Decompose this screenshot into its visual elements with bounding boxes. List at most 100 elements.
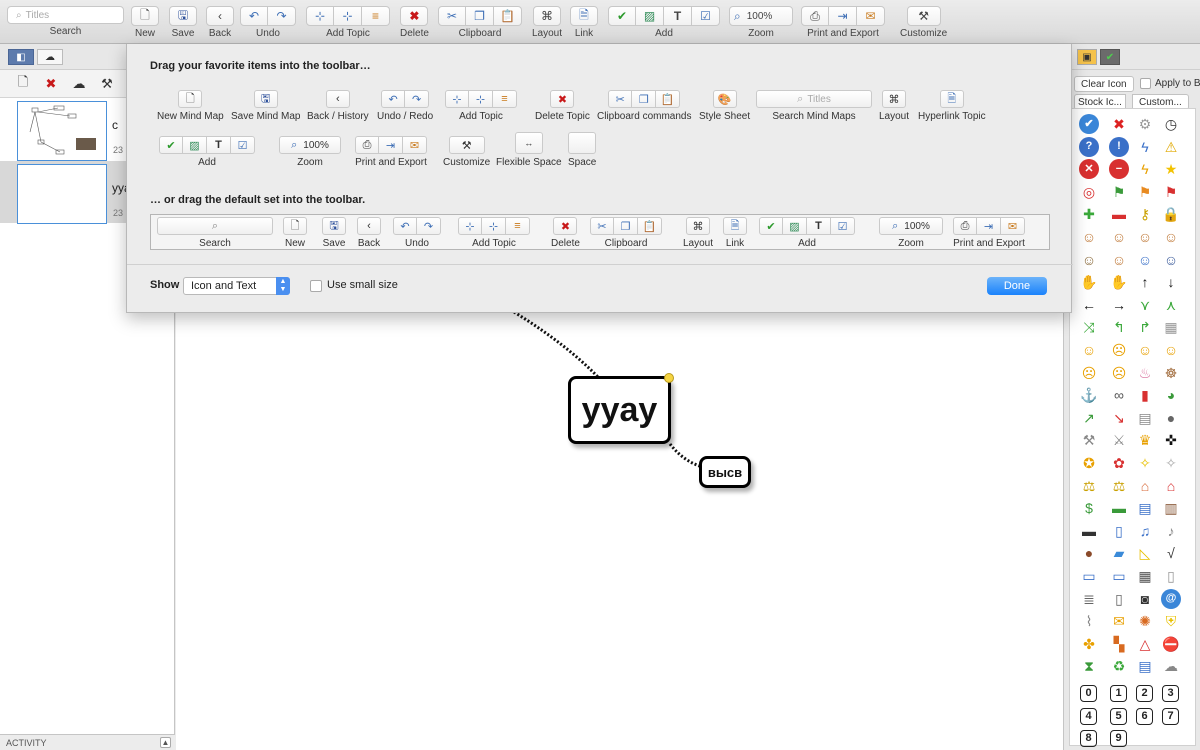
square-root-icon[interactable]: √ bbox=[1161, 543, 1181, 563]
padlock-icon[interactable]: 🔒 bbox=[1161, 204, 1181, 224]
shuffle-icon[interactable]: ⤨ bbox=[1079, 317, 1099, 337]
no-entry-icon[interactable]: ⛔ bbox=[1161, 634, 1181, 654]
link-button[interactable]: 🗎 bbox=[570, 6, 598, 26]
roadblock-icon[interactable]: ▚ bbox=[1109, 634, 1129, 654]
pie-chart-icon[interactable]: ◕ bbox=[1161, 385, 1181, 405]
small-size-checkbox[interactable] bbox=[310, 280, 322, 292]
sleepy-face-icon[interactable]: ☹ bbox=[1079, 363, 1099, 383]
database-icon[interactable]: ≣ bbox=[1079, 589, 1099, 609]
central-topic[interactable]: yyay bbox=[568, 373, 674, 444]
scales-justice-icon[interactable]: ⚖ bbox=[1109, 476, 1129, 496]
number-7-icon[interactable]: 7 bbox=[1162, 707, 1179, 725]
undo-button[interactable]: ↶ bbox=[240, 6, 268, 26]
palette-hyperlink-topic[interactable]: 🗎 Hyperlink Topic bbox=[918, 90, 986, 122]
arrow-left-circle-icon[interactable]: ← bbox=[1079, 295, 1099, 315]
crown-icon[interactable]: ♛ bbox=[1135, 430, 1155, 450]
number-1-icon[interactable]: 1 bbox=[1110, 685, 1127, 702]
laptop-icon[interactable]: ▭ bbox=[1109, 566, 1129, 586]
cut-palette-button[interactable]: ✂ bbox=[608, 90, 633, 108]
add-callout-palette-button[interactable]: ≡ bbox=[493, 90, 517, 108]
exclamation-icon[interactable]: ! bbox=[1109, 136, 1129, 157]
cloud-icon[interactable]: ☁ bbox=[1161, 656, 1181, 676]
green-flag-icon[interactable]: ⚑ bbox=[1109, 182, 1129, 202]
export-palette-button[interactable]: ⇥ bbox=[379, 136, 403, 154]
turn-right-icon[interactable]: ↱ bbox=[1135, 317, 1155, 337]
palette-customize[interactable]: ⚒ Customize bbox=[443, 136, 490, 168]
resize-handle[interactable] bbox=[664, 373, 674, 383]
subtopic[interactable]: высв bbox=[699, 456, 751, 488]
add-subtopic-button[interactable]: ⊹ bbox=[306, 6, 334, 26]
customize-palette-button[interactable]: ⚒ bbox=[448, 136, 485, 154]
shield-icon[interactable]: ⛨ bbox=[1161, 611, 1181, 631]
stop-x-icon[interactable]: ✕ bbox=[1079, 159, 1099, 180]
plus-icon[interactable]: ✚ bbox=[1079, 204, 1099, 224]
scales-icon[interactable]: ⚖ bbox=[1079, 476, 1099, 496]
football-icon[interactable]: ● bbox=[1079, 543, 1099, 563]
palette-search-mind-maps[interactable]: ⌕ Titles Search Mind Maps bbox=[756, 90, 872, 122]
local-documents-tab[interactable]: ◧ bbox=[8, 49, 34, 65]
dollar-icon[interactable]: $ bbox=[1079, 498, 1099, 518]
redo-palette-button[interactable]: ↷ bbox=[405, 90, 430, 108]
handheld-icon[interactable]: ▯ bbox=[1109, 589, 1129, 609]
toolbar-search-field[interactable]: ⌕ Titles bbox=[7, 6, 124, 24]
bar-chart-icon[interactable]: ▮ bbox=[1135, 385, 1155, 405]
brick-wall-icon[interactable]: ▦ bbox=[1161, 317, 1181, 337]
palette-delete-topic[interactable]: ✖ Delete Topic bbox=[535, 90, 590, 122]
new-document-palette-button[interactable]: 🗋 bbox=[178, 90, 203, 108]
bowling-ball-icon[interactable]: ● bbox=[1161, 408, 1181, 428]
worker-icon[interactable]: ☺ bbox=[1135, 250, 1155, 270]
lightning-diamond-icon[interactable]: ϟ bbox=[1135, 137, 1155, 157]
redo-button[interactable]: ↷ bbox=[268, 6, 296, 26]
speaker-icon[interactable]: ♪ bbox=[1161, 521, 1181, 541]
turn-left-icon[interactable]: ↰ bbox=[1109, 317, 1129, 337]
number-9-icon[interactable]: 9 bbox=[1110, 730, 1127, 748]
flexible-space-palette-item[interactable]: ↔ bbox=[514, 132, 543, 154]
email-at-icon[interactable]: @ bbox=[1161, 588, 1181, 609]
palette-space[interactable]: Space bbox=[568, 132, 596, 168]
palette-new-mind-map[interactable]: 🗋 New Mind Map bbox=[157, 90, 224, 122]
zoom-control[interactable]: ⌕ 100% bbox=[729, 6, 793, 26]
palette-style-sheet[interactable]: 🎨 Style Sheet bbox=[699, 90, 750, 122]
clock-icon[interactable]: ◷ bbox=[1161, 114, 1181, 134]
palette-print-export[interactable]: ⎙ ⇥ ✉ Print and Export bbox=[355, 136, 427, 168]
music-note-icon[interactable]: ♫ bbox=[1135, 521, 1155, 541]
new-document-action[interactable]: 🗋 bbox=[14, 74, 32, 93]
recycle-icon[interactable]: ♻ bbox=[1109, 656, 1129, 676]
number-4-icon[interactable]: 4 bbox=[1080, 707, 1097, 725]
blackboard-icon[interactable]: ▬ bbox=[1079, 521, 1099, 541]
red-x-icon[interactable]: ✖ bbox=[1109, 114, 1129, 134]
minus-circle-icon[interactable]: − bbox=[1109, 159, 1129, 180]
shop-icon[interactable]: ⌂ bbox=[1161, 476, 1181, 496]
group-icon[interactable]: ☺ bbox=[1135, 227, 1155, 247]
compass-icon[interactable]: ✜ bbox=[1161, 430, 1181, 450]
checkmark-badge-icon[interactable]: ✔ bbox=[1079, 114, 1099, 134]
palette-zoom[interactable]: ⌕ 100% Zoom bbox=[279, 136, 341, 168]
red-flag-icon[interactable]: ⚑ bbox=[1161, 182, 1181, 202]
book-stack-icon[interactable]: ▤ bbox=[1135, 498, 1155, 518]
arrow-down-circle-icon[interactable]: ↓ bbox=[1161, 272, 1181, 292]
books-icon[interactable]: ▥ bbox=[1161, 498, 1181, 518]
add-text-palette-button[interactable]: T bbox=[207, 136, 231, 154]
new-document-button[interactable]: 🗋 bbox=[131, 6, 159, 26]
clear-icon-button[interactable]: Clear Icon bbox=[1074, 76, 1134, 92]
add-callout-button[interactable]: ≡ bbox=[362, 6, 390, 26]
puzzle-icon[interactable]: ✤ bbox=[1079, 634, 1099, 654]
hyperlink-palette-button[interactable]: 🗎 bbox=[939, 90, 964, 108]
star-icon[interactable]: ★ bbox=[1161, 159, 1181, 179]
default-toolbar-set[interactable]: ⌕ Search 🗋 New 🖫 Save ‹ Back ↶ ↷ Undo ⊹ … bbox=[150, 214, 1050, 250]
merge-arrows-icon[interactable]: ⋎ bbox=[1135, 295, 1155, 315]
save-button[interactable]: 🖫 bbox=[169, 6, 197, 26]
number-5-icon[interactable]: 5 bbox=[1110, 707, 1127, 725]
doctor-icon[interactable]: ☺ bbox=[1109, 250, 1129, 270]
house-icon[interactable]: ⌂ bbox=[1135, 476, 1155, 496]
add-task-button[interactable]: ☑ bbox=[692, 6, 720, 26]
warning-icon[interactable]: ⚠ bbox=[1161, 137, 1181, 157]
add-image-palette-button[interactable]: ▨ bbox=[183, 136, 207, 154]
phone-icon[interactable]: ▯ bbox=[1161, 566, 1181, 586]
palette-undo-redo[interactable]: ↶ ↷ Undo / Redo bbox=[377, 90, 433, 122]
cake-icon[interactable]: ♨ bbox=[1135, 363, 1155, 383]
export-button[interactable]: ⇥ bbox=[829, 6, 857, 26]
copy-button[interactable]: ❐ bbox=[466, 6, 494, 26]
smiley-icon[interactable]: ☺ bbox=[1079, 340, 1099, 360]
style-inspector-tab[interactable]: ▣ bbox=[1077, 49, 1097, 65]
